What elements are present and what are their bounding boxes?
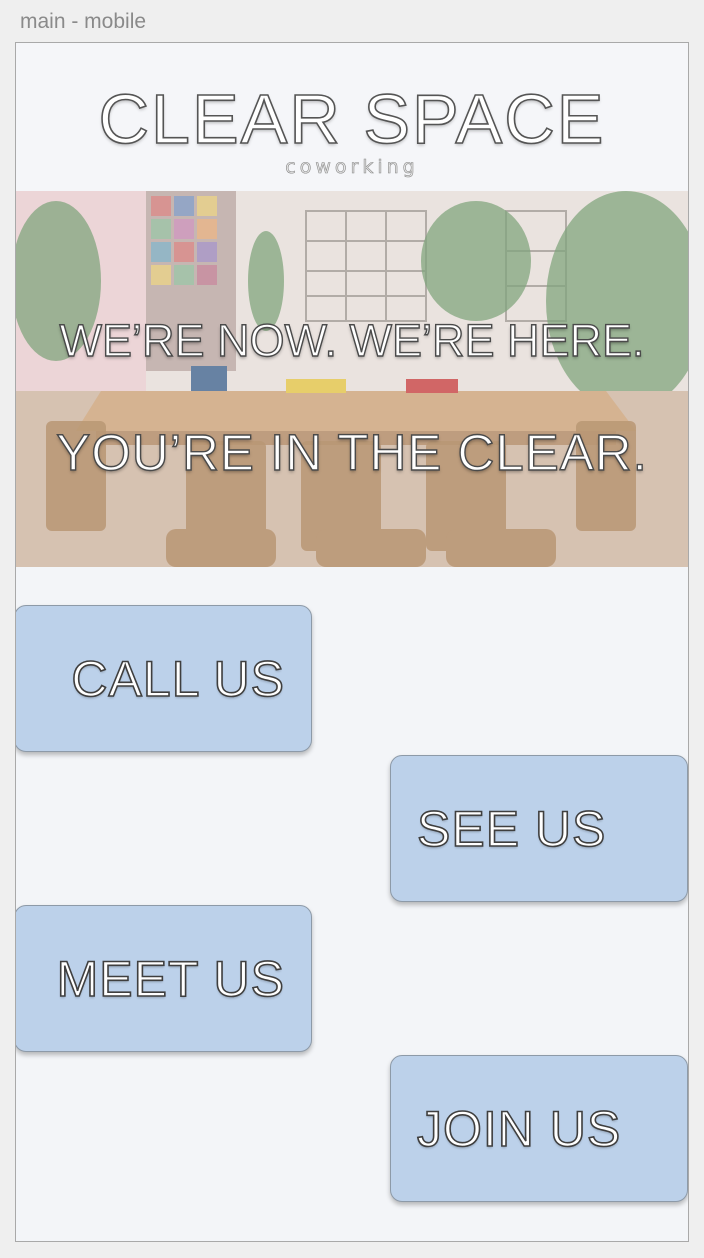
artboard-label: main - mobile [20, 10, 147, 33]
join-us-label: JOIN US [416, 1100, 622, 1158]
brand-tagline: coworking [285, 156, 419, 179]
hero-headline-line-2: YOU’RE IN THE CLEAR. [56, 423, 648, 481]
see-us-label: SEE US [416, 800, 607, 858]
meet-us-label: MEET US [56, 950, 285, 1008]
coworking-space-photo [16, 191, 688, 567]
mobile-artboard: CLEAR SPACE coworking WE’RE NOW. WE’RE H… [15, 42, 689, 1242]
hero-headline-line-1: WE’RE NOW. WE’RE HERE. [59, 314, 645, 366]
brand-logo-text[interactable]: CLEAR SPACE [16, 79, 688, 159]
meet-us-button[interactable]: MEET US [16, 905, 312, 1052]
site-header: CLEAR SPACE coworking [16, 43, 688, 191]
call-us-label: CALL US [71, 650, 285, 708]
see-us-button[interactable]: SEE US [390, 755, 688, 902]
call-us-button[interactable]: CALL US [16, 605, 312, 752]
hero-banner: WE’RE NOW. WE’RE HERE. YOU’RE IN THE CLE… [16, 191, 688, 567]
join-us-button[interactable]: JOIN US [390, 1055, 688, 1202]
